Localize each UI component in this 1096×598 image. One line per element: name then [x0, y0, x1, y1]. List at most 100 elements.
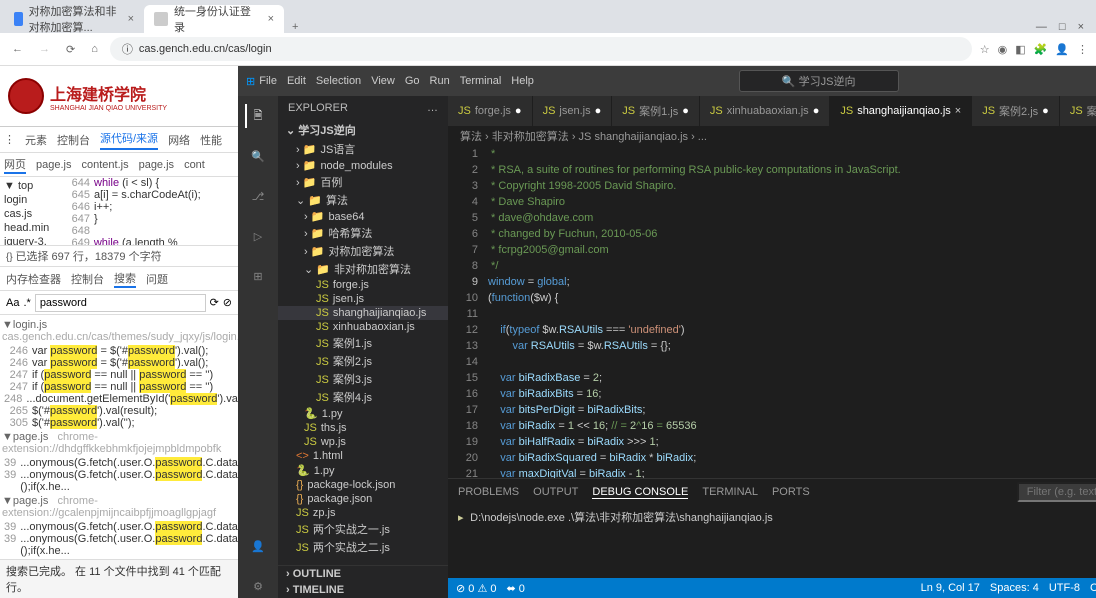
tree-item[interactable]: cas.js	[2, 207, 66, 221]
panel-tab-ports[interactable]: PORTS	[772, 486, 810, 498]
editor-tab[interactable]: JS shanghaijianqiao.js ×	[830, 96, 972, 126]
outline-section[interactable]: › OUTLINE	[278, 566, 448, 582]
close-icon[interactable]: ×	[128, 13, 134, 25]
command-center[interactable]: 🔍 学习JS逆向	[739, 70, 899, 92]
editor-tab[interactable]: JS jsen.js ●	[533, 96, 613, 126]
search-results[interactable]: ▼login.js cas.gench.edu.cn/cas/themes/su…	[0, 315, 238, 559]
explorer-item[interactable]: <>1.html	[278, 449, 448, 463]
menu-item[interactable]: Run	[430, 75, 450, 87]
explorer-icon[interactable]: 🗎	[245, 104, 269, 128]
project-root[interactable]: ⌄ 学习JS逆向	[278, 120, 448, 140]
menu-item[interactable]: File	[259, 75, 277, 87]
status-spaces[interactable]: Spaces: 4	[990, 582, 1039, 594]
status-item[interactable]: ⊘ 0 ⚠ 0	[456, 582, 496, 595]
browser-tab-2[interactable]: 统一身份认证登录 ×	[144, 5, 284, 33]
status-cursor[interactable]: Ln 9, Col 17	[921, 582, 980, 594]
panel-tab-terminal[interactable]: TERMINAL	[702, 486, 758, 498]
profile-icon[interactable]: 👤	[1055, 43, 1069, 56]
extension-icon[interactable]: ◉	[998, 43, 1008, 56]
timeline-section[interactable]: › TIMELINE	[278, 582, 448, 598]
subtab[interactable]: 网页	[4, 156, 26, 174]
explorer-item[interactable]: 🐍1.py	[278, 463, 448, 478]
source-code[interactable]: 644while (i < sl) {645 a[i] = s.charCode…	[68, 177, 238, 245]
tree-item[interactable]: head.min	[2, 221, 66, 235]
devtools-menu-icon[interactable]: ⋮	[4, 133, 15, 146]
regex-toggle[interactable]: .*	[23, 297, 30, 309]
menu-icon[interactable]: ⋮	[1077, 43, 1088, 56]
tab-elements[interactable]: 元素	[25, 132, 47, 148]
minimize-icon[interactable]: —	[1036, 21, 1047, 33]
explorer-item[interactable]: {}package-lock.json	[278, 478, 448, 492]
explorer-item[interactable]: ⌄ 📁算法	[278, 191, 448, 209]
case-toggle[interactable]: Aa	[6, 297, 19, 309]
extension-icon[interactable]: ◧	[1015, 43, 1025, 56]
explorer-item[interactable]: JS两个实战之二.js	[278, 538, 448, 556]
tab-performance[interactable]: 性能	[200, 132, 222, 148]
explorer-item[interactable]: 🐍1.py	[278, 406, 448, 421]
forward-button[interactable]: →	[35, 41, 54, 57]
home-button[interactable]: ⌂	[87, 41, 102, 57]
editor-tab[interactable]: JS 案例3.js ●	[1060, 96, 1096, 126]
tab-network[interactable]: 网络	[168, 132, 190, 148]
extension-icon[interactable]: 🧩	[1034, 43, 1048, 56]
refresh-icon[interactable]: ⟳	[210, 296, 219, 309]
maximize-icon[interactable]: □	[1059, 21, 1066, 33]
explorer-item[interactable]: JS案例3.js	[278, 370, 448, 388]
debug-icon[interactable]: ▷	[246, 224, 270, 248]
explorer-item[interactable]: › 📁哈希算法	[278, 224, 448, 242]
site-info-icon[interactable]: ⓘ	[122, 41, 133, 57]
menu-item[interactable]: Help	[511, 75, 534, 87]
drawer-tab[interactable]: 控制台	[71, 271, 104, 287]
panel-tab-output[interactable]: OUTPUT	[533, 486, 578, 498]
explorer-item[interactable]: JSwp.js	[278, 435, 448, 449]
explorer-item[interactable]: JSxinhuabaoxian.js	[278, 320, 448, 334]
panel-tab-debug[interactable]: DEBUG CONSOLE	[592, 486, 688, 499]
tree-item[interactable]: jquery-3.	[2, 235, 66, 245]
tab-console[interactable]: 控制台	[57, 132, 90, 148]
explorer-item[interactable]: {}package.json	[278, 492, 448, 506]
status-item[interactable]: ⬌ 0	[506, 582, 524, 595]
editor-tab[interactable]: JS xinhuabaoxian.js ●	[700, 96, 830, 126]
explorer-item[interactable]: › 📁百例	[278, 173, 448, 191]
debug-console-output[interactable]: ▸ D:\nodejs\node.exe .\算法\非对称加密算法\shangh…	[448, 505, 1096, 529]
editor-tab[interactable]: JS 案例2.js ●	[972, 96, 1060, 126]
menu-item[interactable]: Terminal	[460, 75, 502, 87]
panel-tab-problems[interactable]: PROBLEMS	[458, 486, 519, 498]
panel-filter-input[interactable]	[1017, 482, 1096, 502]
subtab[interactable]: page.js	[139, 159, 174, 171]
explorer-item[interactable]: JSzp.js	[278, 506, 448, 520]
account-icon[interactable]: 👤	[246, 534, 270, 558]
explorer-item[interactable]: JS案例2.js	[278, 352, 448, 370]
menu-item[interactable]: Go	[405, 75, 420, 87]
drawer-tab[interactable]: 搜索	[114, 270, 136, 288]
explorer-item[interactable]: JS案例4.js	[278, 388, 448, 406]
explorer-item[interactable]: JS案例1.js	[278, 334, 448, 352]
browser-tab-1[interactable]: 对称加密算法和非对称加密算... ×	[4, 5, 144, 33]
file-tree[interactable]: ▼ top login cas.js head.min jquery-3. lo…	[0, 177, 68, 245]
editor-tab[interactable]: JS 案例1.js ●	[612, 96, 700, 126]
tree-item[interactable]: ▼ top	[2, 179, 66, 193]
explorer-item[interactable]: JS两个实战之一.js	[278, 520, 448, 538]
settings-icon[interactable]: ⚙	[246, 574, 270, 598]
close-icon[interactable]: ×	[1078, 21, 1084, 33]
menu-item[interactable]: View	[371, 75, 395, 87]
drawer-tab[interactable]: 问题	[146, 271, 168, 287]
subtab[interactable]: page.js	[36, 159, 71, 171]
explorer-item[interactable]: ⌄ 📁非对称加密算法	[278, 260, 448, 278]
scm-icon[interactable]: ⎇	[246, 184, 270, 208]
file-explorer[interactable]: › 📁JS语言› 📁node_modules› 📁百例⌄ 📁算法› 📁base6…	[278, 140, 448, 565]
explorer-item[interactable]: JSjsen.js	[278, 292, 448, 306]
explorer-item[interactable]: JSshanghaijianqiao.js	[278, 306, 448, 320]
back-button[interactable]: ←	[8, 41, 27, 57]
search-icon[interactable]: 🔍	[246, 144, 270, 168]
clear-icon[interactable]: ⊘	[223, 296, 232, 309]
close-icon[interactable]: ×	[268, 13, 274, 25]
explorer-item[interactable]: JSths.js	[278, 421, 448, 435]
url-input[interactable]: ⓘ cas.gench.edu.cn/cas/login	[110, 37, 972, 61]
breadcrumb[interactable]: 算法 › 非对称加密算法 › JS shanghaijianqiao.js › …	[448, 126, 1096, 146]
explorer-item[interactable]: › 📁base64	[278, 209, 448, 224]
tab-sources[interactable]: 源代码/来源	[100, 130, 158, 150]
reload-button[interactable]: ⟳	[62, 41, 79, 58]
explorer-item[interactable]: › 📁对称加密算法	[278, 242, 448, 260]
explorer-item[interactable]: JSforge.js	[278, 278, 448, 292]
